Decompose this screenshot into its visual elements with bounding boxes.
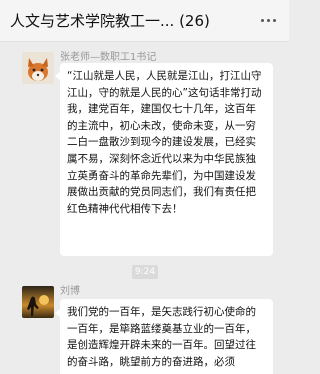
sender-name: 张老师—数职工1书记 bbox=[60, 52, 157, 63]
silhouette-avatar[interactable] bbox=[22, 286, 54, 318]
timestamp: 9:24 bbox=[132, 265, 158, 279]
message-bubble[interactable]: “江山就是人民，人民就是江山，打江山守江山，守的就是人民的心”这句话非常打动我，… bbox=[60, 63, 273, 256]
message-list[interactable]: 张老师—数职工1书记 “江山就是人民，人民就是江山，打江山守江山，守的就是人民的… bbox=[0, 42, 289, 374]
fox-avatar[interactable] bbox=[22, 52, 54, 84]
title-bar: 人文与艺术学院教工一... (26) bbox=[0, 0, 289, 42]
chat-title: 人文与艺术学院教工一... (26) bbox=[10, 12, 210, 30]
sender-name: 刘博 bbox=[60, 286, 80, 297]
message-bubble[interactable]: 我们党的一百年，是矢志践行初心使命的一百年，是筚路蓝缕奠基立业的一百年，是创造辉… bbox=[60, 299, 273, 374]
more-dots-icon[interactable] bbox=[257, 10, 279, 30]
